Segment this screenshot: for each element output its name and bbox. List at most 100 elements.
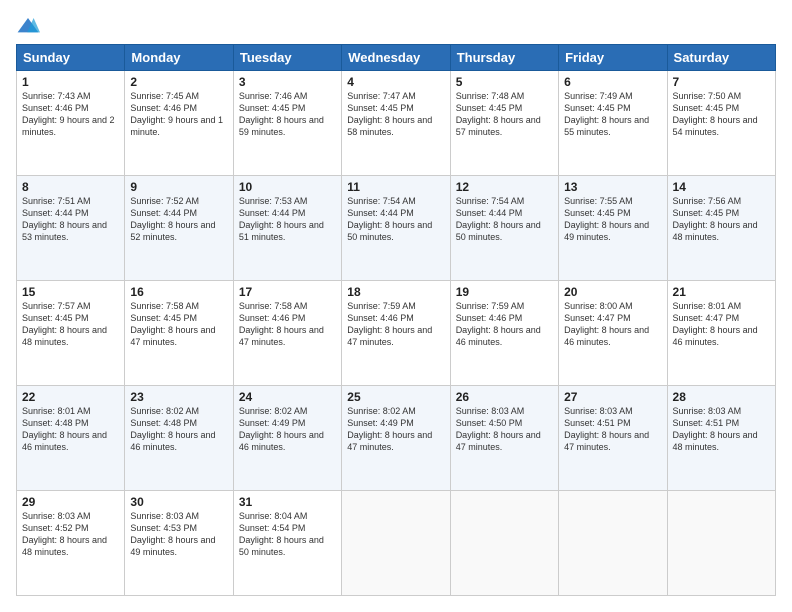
day-detail: Sunrise: 8:03 AMSunset: 4:52 PMDaylight:…: [22, 511, 107, 557]
calendar-cell: 21 Sunrise: 8:01 AMSunset: 4:47 PMDaylig…: [667, 281, 775, 386]
calendar-cell: 25 Sunrise: 8:02 AMSunset: 4:49 PMDaylig…: [342, 386, 450, 491]
day-detail: Sunrise: 8:03 AMSunset: 4:50 PMDaylight:…: [456, 406, 541, 452]
day-number: 29: [22, 495, 119, 509]
calendar-cell: 6 Sunrise: 7:49 AMSunset: 4:45 PMDayligh…: [559, 71, 667, 176]
calendar-week-row: 29 Sunrise: 8:03 AMSunset: 4:52 PMDaylig…: [17, 491, 776, 596]
calendar-cell: 30 Sunrise: 8:03 AMSunset: 4:53 PMDaylig…: [125, 491, 233, 596]
day-detail: Sunrise: 7:55 AMSunset: 4:45 PMDaylight:…: [564, 196, 649, 242]
day-number: 11: [347, 180, 444, 194]
calendar-cell: 23 Sunrise: 8:02 AMSunset: 4:48 PMDaylig…: [125, 386, 233, 491]
day-number: 6: [564, 75, 661, 89]
calendar-cell: 1 Sunrise: 7:43 AMSunset: 4:46 PMDayligh…: [17, 71, 125, 176]
calendar-cell: 28 Sunrise: 8:03 AMSunset: 4:51 PMDaylig…: [667, 386, 775, 491]
day-detail: Sunrise: 8:03 AMSunset: 4:51 PMDaylight:…: [564, 406, 649, 452]
calendar-week-row: 8 Sunrise: 7:51 AMSunset: 4:44 PMDayligh…: [17, 176, 776, 281]
day-number: 13: [564, 180, 661, 194]
calendar-cell: 31 Sunrise: 8:04 AMSunset: 4:54 PMDaylig…: [233, 491, 341, 596]
calendar-cell: [342, 491, 450, 596]
day-detail: Sunrise: 8:02 AMSunset: 4:49 PMDaylight:…: [239, 406, 324, 452]
day-number: 28: [673, 390, 770, 404]
calendar-cell: 24 Sunrise: 8:02 AMSunset: 4:49 PMDaylig…: [233, 386, 341, 491]
day-detail: Sunrise: 7:54 AMSunset: 4:44 PMDaylight:…: [347, 196, 432, 242]
day-detail: Sunrise: 7:47 AMSunset: 4:45 PMDaylight:…: [347, 91, 432, 137]
calendar-cell: 20 Sunrise: 8:00 AMSunset: 4:47 PMDaylig…: [559, 281, 667, 386]
day-number: 30: [130, 495, 227, 509]
day-detail: Sunrise: 7:46 AMSunset: 4:45 PMDaylight:…: [239, 91, 324, 137]
day-detail: Sunrise: 7:43 AMSunset: 4:46 PMDaylight:…: [22, 91, 115, 137]
day-detail: Sunrise: 7:52 AMSunset: 4:44 PMDaylight:…: [130, 196, 215, 242]
calendar-week-row: 22 Sunrise: 8:01 AMSunset: 4:48 PMDaylig…: [17, 386, 776, 491]
calendar-cell: 8 Sunrise: 7:51 AMSunset: 4:44 PMDayligh…: [17, 176, 125, 281]
day-detail: Sunrise: 7:57 AMSunset: 4:45 PMDaylight:…: [22, 301, 107, 347]
weekday-header-thursday: Thursday: [450, 45, 558, 71]
calendar-cell: 7 Sunrise: 7:50 AMSunset: 4:45 PMDayligh…: [667, 71, 775, 176]
calendar-cell: 19 Sunrise: 7:59 AMSunset: 4:46 PMDaylig…: [450, 281, 558, 386]
weekday-header-monday: Monday: [125, 45, 233, 71]
day-number: 10: [239, 180, 336, 194]
day-detail: Sunrise: 8:01 AMSunset: 4:47 PMDaylight:…: [673, 301, 758, 347]
calendar-cell: 9 Sunrise: 7:52 AMSunset: 4:44 PMDayligh…: [125, 176, 233, 281]
day-detail: Sunrise: 8:00 AMSunset: 4:47 PMDaylight:…: [564, 301, 649, 347]
day-number: 1: [22, 75, 119, 89]
day-number: 4: [347, 75, 444, 89]
calendar-cell: [450, 491, 558, 596]
weekday-header-saturday: Saturday: [667, 45, 775, 71]
day-number: 25: [347, 390, 444, 404]
day-number: 20: [564, 285, 661, 299]
calendar-week-row: 1 Sunrise: 7:43 AMSunset: 4:46 PMDayligh…: [17, 71, 776, 176]
day-number: 2: [130, 75, 227, 89]
day-detail: Sunrise: 8:04 AMSunset: 4:54 PMDaylight:…: [239, 511, 324, 557]
calendar-table: SundayMondayTuesdayWednesdayThursdayFrid…: [16, 44, 776, 596]
calendar-cell: 27 Sunrise: 8:03 AMSunset: 4:51 PMDaylig…: [559, 386, 667, 491]
calendar-cell: 17 Sunrise: 7:58 AMSunset: 4:46 PMDaylig…: [233, 281, 341, 386]
day-number: 7: [673, 75, 770, 89]
day-number: 31: [239, 495, 336, 509]
calendar-cell: 26 Sunrise: 8:03 AMSunset: 4:50 PMDaylig…: [450, 386, 558, 491]
day-number: 24: [239, 390, 336, 404]
day-detail: Sunrise: 8:01 AMSunset: 4:48 PMDaylight:…: [22, 406, 107, 452]
page: SundayMondayTuesdayWednesdayThursdayFrid…: [0, 0, 792, 612]
calendar-cell: 29 Sunrise: 8:03 AMSunset: 4:52 PMDaylig…: [17, 491, 125, 596]
calendar-cell: [667, 491, 775, 596]
calendar-cell: 5 Sunrise: 7:48 AMSunset: 4:45 PMDayligh…: [450, 71, 558, 176]
day-number: 8: [22, 180, 119, 194]
day-detail: Sunrise: 8:03 AMSunset: 4:51 PMDaylight:…: [673, 406, 758, 452]
calendar-cell: 12 Sunrise: 7:54 AMSunset: 4:44 PMDaylig…: [450, 176, 558, 281]
day-number: 23: [130, 390, 227, 404]
calendar-cell: 15 Sunrise: 7:57 AMSunset: 4:45 PMDaylig…: [17, 281, 125, 386]
day-number: 16: [130, 285, 227, 299]
day-detail: Sunrise: 7:48 AMSunset: 4:45 PMDaylight:…: [456, 91, 541, 137]
day-detail: Sunrise: 8:02 AMSunset: 4:49 PMDaylight:…: [347, 406, 432, 452]
calendar-cell: 18 Sunrise: 7:59 AMSunset: 4:46 PMDaylig…: [342, 281, 450, 386]
header-row: [16, 16, 776, 36]
day-detail: Sunrise: 7:56 AMSunset: 4:45 PMDaylight:…: [673, 196, 758, 242]
calendar-cell: 22 Sunrise: 8:01 AMSunset: 4:48 PMDaylig…: [17, 386, 125, 491]
calendar-cell: 2 Sunrise: 7:45 AMSunset: 4:46 PMDayligh…: [125, 71, 233, 176]
day-number: 15: [22, 285, 119, 299]
day-number: 5: [456, 75, 553, 89]
logo: [16, 16, 44, 36]
day-number: 26: [456, 390, 553, 404]
day-detail: Sunrise: 7:50 AMSunset: 4:45 PMDaylight:…: [673, 91, 758, 137]
day-number: 3: [239, 75, 336, 89]
calendar-cell: 11 Sunrise: 7:54 AMSunset: 4:44 PMDaylig…: [342, 176, 450, 281]
day-number: 21: [673, 285, 770, 299]
calendar-cell: 16 Sunrise: 7:58 AMSunset: 4:45 PMDaylig…: [125, 281, 233, 386]
day-number: 9: [130, 180, 227, 194]
calendar-week-row: 15 Sunrise: 7:57 AMSunset: 4:45 PMDaylig…: [17, 281, 776, 386]
calendar-cell: 14 Sunrise: 7:56 AMSunset: 4:45 PMDaylig…: [667, 176, 775, 281]
day-number: 14: [673, 180, 770, 194]
calendar-cell: 4 Sunrise: 7:47 AMSunset: 4:45 PMDayligh…: [342, 71, 450, 176]
day-detail: Sunrise: 7:51 AMSunset: 4:44 PMDaylight:…: [22, 196, 107, 242]
day-detail: Sunrise: 7:45 AMSunset: 4:46 PMDaylight:…: [130, 91, 223, 137]
logo-icon: [16, 16, 40, 36]
day-detail: Sunrise: 7:53 AMSunset: 4:44 PMDaylight:…: [239, 196, 324, 242]
day-number: 22: [22, 390, 119, 404]
weekday-header-row: SundayMondayTuesdayWednesdayThursdayFrid…: [17, 45, 776, 71]
weekday-header-tuesday: Tuesday: [233, 45, 341, 71]
day-number: 19: [456, 285, 553, 299]
day-detail: Sunrise: 7:58 AMSunset: 4:45 PMDaylight:…: [130, 301, 215, 347]
calendar-cell: 13 Sunrise: 7:55 AMSunset: 4:45 PMDaylig…: [559, 176, 667, 281]
day-detail: Sunrise: 7:49 AMSunset: 4:45 PMDaylight:…: [564, 91, 649, 137]
day-detail: Sunrise: 7:58 AMSunset: 4:46 PMDaylight:…: [239, 301, 324, 347]
